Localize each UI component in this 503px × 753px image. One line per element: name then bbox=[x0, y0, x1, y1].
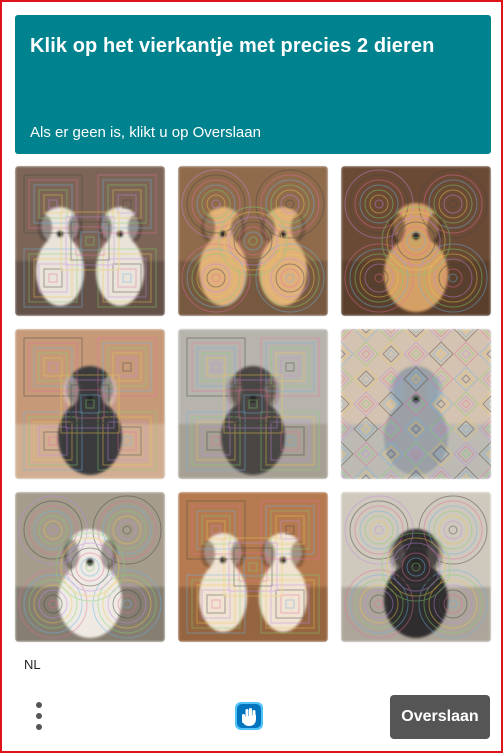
hcaptcha-logo-icon[interactable] bbox=[234, 701, 264, 731]
skip-button[interactable]: Overslaan bbox=[390, 695, 490, 739]
image-tile-3[interactable] bbox=[341, 166, 491, 316]
image-tile-7[interactable] bbox=[15, 492, 165, 642]
language-selector[interactable]: NL bbox=[24, 657, 41, 672]
tile-noise-overlay bbox=[18, 495, 162, 639]
tile-noise-overlay bbox=[341, 329, 491, 479]
image-tile-4[interactable] bbox=[15, 329, 165, 479]
tile-noise-overlay bbox=[23, 174, 157, 308]
tile-noise-overlay bbox=[181, 169, 325, 313]
image-grid bbox=[15, 166, 493, 642]
challenge-header: Klik op het vierkantje met precies 2 die… bbox=[15, 15, 491, 154]
tile-noise-overlay bbox=[186, 337, 320, 471]
captcha-challenge: Klik op het vierkantje met precies 2 die… bbox=[0, 0, 503, 753]
tile-noise-overlay bbox=[344, 169, 488, 313]
image-tile-8[interactable] bbox=[178, 492, 328, 642]
challenge-title: Klik op het vierkantje met precies 2 die… bbox=[30, 35, 435, 57]
image-tile-2[interactable] bbox=[178, 166, 328, 316]
tile-noise-overlay bbox=[186, 500, 320, 634]
tile-noise-overlay bbox=[23, 337, 157, 471]
tile-noise-overlay bbox=[344, 495, 488, 639]
image-tile-5[interactable] bbox=[178, 329, 328, 479]
image-tile-1[interactable] bbox=[15, 166, 165, 316]
image-tile-6[interactable] bbox=[341, 329, 491, 479]
image-tile-9[interactable] bbox=[341, 492, 491, 642]
challenge-subtitle: Als er geen is, klikt u op Overslaan bbox=[30, 124, 261, 141]
more-options-icon[interactable] bbox=[28, 699, 50, 733]
